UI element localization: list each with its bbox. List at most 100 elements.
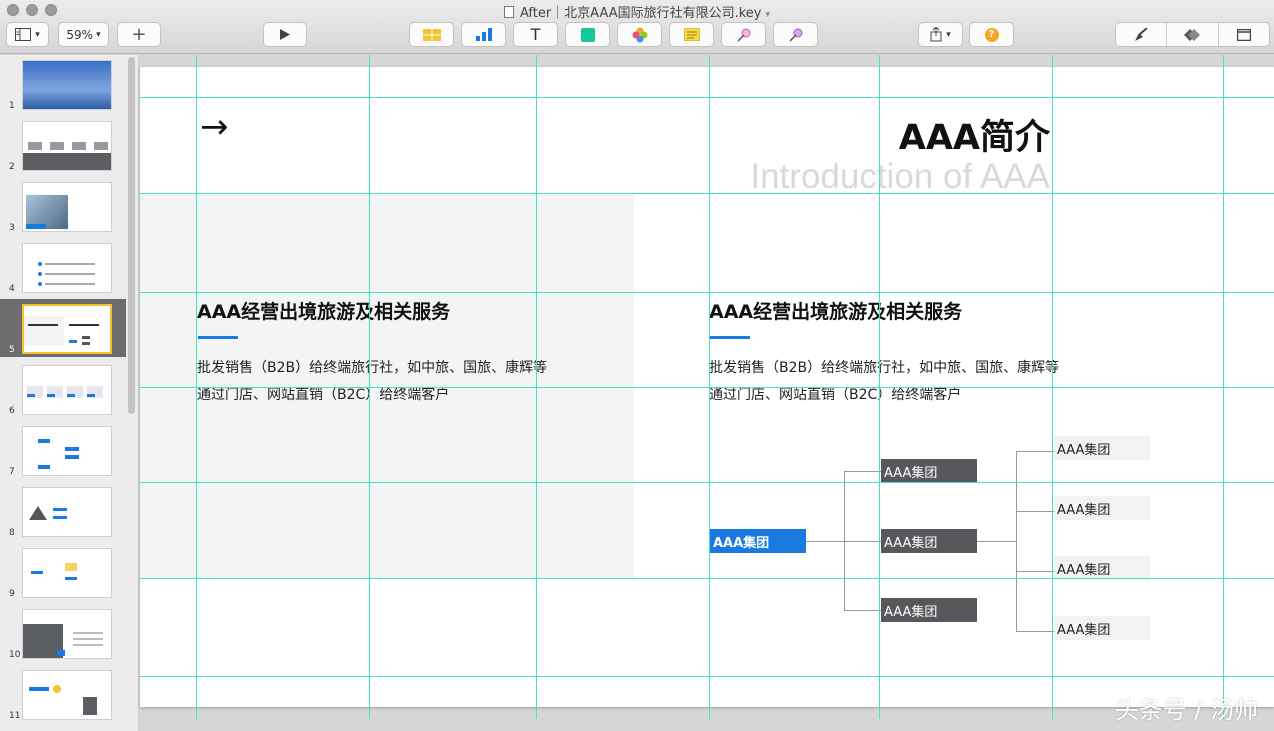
media-button[interactable] xyxy=(617,22,662,47)
connector-line xyxy=(1016,451,1017,631)
help-icon: ? xyxy=(984,27,999,42)
chevron-down-icon: ▾ xyxy=(946,29,951,40)
left-heading[interactable]: AAA经营出境旅游及相关服务 xyxy=(197,297,450,324)
view-button[interactable]: ▾ xyxy=(6,22,49,47)
left-heading-underline xyxy=(198,336,238,339)
text-button[interactable]: T xyxy=(513,22,558,47)
format-icon xyxy=(1135,27,1148,41)
chart-icon xyxy=(475,28,492,41)
org-leaf-node[interactable]: AAA集团 xyxy=(1054,496,1150,520)
table-icon xyxy=(422,28,441,41)
animate-panel-icon xyxy=(1184,28,1201,41)
slide-thumbnail-1[interactable]: 1 xyxy=(0,55,126,113)
share-icon xyxy=(930,27,942,42)
keynote-document-icon xyxy=(503,6,514,18)
slide-thumbnail-2[interactable]: 2 xyxy=(0,116,126,174)
alignment-guide xyxy=(140,387,1274,388)
animate-button[interactable] xyxy=(773,22,818,47)
connector-line xyxy=(1016,451,1054,452)
watermark: 头条号 / 汤帅 xyxy=(1114,696,1258,724)
slide-thumbnail-11[interactable]: 11 xyxy=(0,665,126,723)
org-leaf-node[interactable]: AAA集团 xyxy=(1054,616,1150,640)
chevron-down-icon: ▾ xyxy=(96,29,101,40)
thumbnail-preview xyxy=(22,670,112,720)
org-mid-node[interactable]: AAA集团 xyxy=(881,529,977,553)
pen-button[interactable] xyxy=(721,22,766,47)
share-button[interactable]: ▾ xyxy=(918,22,963,47)
thumbnail-preview xyxy=(22,243,112,293)
slide-canvas: → AAA简介 Introduction of AAA AAA经营出境旅游及相关… xyxy=(140,55,1274,731)
slide-navigator: 1 2 3 4 5 6 7 8 9 10 11 xyxy=(0,55,139,731)
org-leaf-node[interactable]: AAA集团 xyxy=(1054,436,1150,460)
slide-thumbnail-5[interactable]: 5 xyxy=(0,299,126,357)
org-mid-node[interactable]: AAA集团 xyxy=(881,459,977,483)
slide-thumbnail-9[interactable]: 9 xyxy=(0,543,126,601)
thumbnail-preview xyxy=(22,609,112,659)
org-leaf-node[interactable]: AAA集团 xyxy=(1054,556,1150,580)
shape-icon xyxy=(580,27,595,42)
connector-line xyxy=(806,541,844,542)
chevron-down-icon: ▾ xyxy=(35,29,40,40)
thumbnail-preview xyxy=(22,304,112,354)
slide-thumbnail-3[interactable]: 3 xyxy=(0,177,126,235)
connector-line xyxy=(844,610,881,611)
connector-line xyxy=(1016,631,1054,632)
thumbnail-preview xyxy=(22,426,112,476)
inspector-segment xyxy=(1115,22,1270,47)
right-text-line-1[interactable]: 批发销售（B2B）给终端旅行社，如中旅、国旅、康辉等 xyxy=(709,357,1059,377)
animate-icon xyxy=(788,28,802,42)
connector-line xyxy=(1016,511,1054,512)
slide-thumbnail-7[interactable]: 7 xyxy=(0,421,126,479)
format-button[interactable] xyxy=(1116,23,1168,46)
chart-button[interactable] xyxy=(461,22,506,47)
thumbnail-preview xyxy=(22,487,112,537)
connector-line xyxy=(977,541,1016,542)
window-title[interactable]: After｜北京AAA国际旅行社有限公司.key ▾ xyxy=(0,2,1274,21)
comment-icon xyxy=(683,28,700,41)
org-root-node[interactable]: AAA集团 xyxy=(710,529,806,553)
tips-button[interactable]: ? xyxy=(969,22,1014,47)
alignment-guide xyxy=(140,676,1274,677)
slide-thumbnail-10[interactable]: 10 xyxy=(0,604,126,662)
animate-panel-button[interactable] xyxy=(1167,23,1219,46)
connector-line xyxy=(844,541,881,542)
slide-thumbnail-8[interactable]: 8 xyxy=(0,482,126,540)
pen-icon xyxy=(736,28,750,42)
thumbnail-preview xyxy=(22,548,112,598)
connector-line xyxy=(844,471,881,472)
slide-subtitle[interactable]: Introduction of AAA xyxy=(750,157,1050,197)
window-titlebar: After｜北京AAA国际旅行社有限公司.key ▾ ▾ 59% ▾ + T ▾… xyxy=(0,0,1274,54)
media-icon xyxy=(632,27,647,42)
alignment-guide xyxy=(140,292,1274,293)
zoom-select[interactable]: 59% ▾ xyxy=(58,22,109,47)
arrow-icon: → xyxy=(200,107,229,147)
right-heading-underline xyxy=(710,336,750,339)
connector-line xyxy=(1016,571,1054,572)
thumbnail-preview xyxy=(22,60,112,110)
slide-thumbnail-6[interactable]: 6 xyxy=(0,360,126,418)
navigator-scrollbar[interactable] xyxy=(128,57,135,414)
document-button[interactable] xyxy=(1219,23,1269,46)
slide-title[interactable]: AAA简介 xyxy=(899,109,1050,160)
slide-thumbnail-4[interactable]: 4 xyxy=(0,238,126,296)
text-icon: T xyxy=(530,25,541,44)
right-heading[interactable]: AAA经营出境旅游及相关服务 xyxy=(709,297,962,324)
alignment-guide xyxy=(140,193,1274,194)
alignment-guide xyxy=(140,97,1274,98)
sidebar-view-icon xyxy=(15,28,32,41)
thumbnail-preview xyxy=(22,365,112,415)
thumbnail-preview xyxy=(22,182,112,232)
left-text-line-1[interactable]: 批发销售（B2B）给终端旅行社，如中旅、国旅、康辉等 xyxy=(197,357,547,377)
add-slide-button[interactable]: + xyxy=(117,22,161,47)
shape-button[interactable] xyxy=(565,22,610,47)
org-mid-node[interactable]: AAA集团 xyxy=(881,598,977,622)
plus-icon: + xyxy=(131,24,147,45)
table-button[interactable] xyxy=(409,22,454,47)
thumbnail-preview xyxy=(22,121,112,171)
comment-button[interactable] xyxy=(669,22,714,47)
chevron-down-icon: ▾ xyxy=(765,10,771,20)
play-button[interactable] xyxy=(263,22,307,47)
document-icon xyxy=(1236,28,1251,41)
play-icon xyxy=(280,29,290,40)
alignment-guide xyxy=(140,482,1274,483)
